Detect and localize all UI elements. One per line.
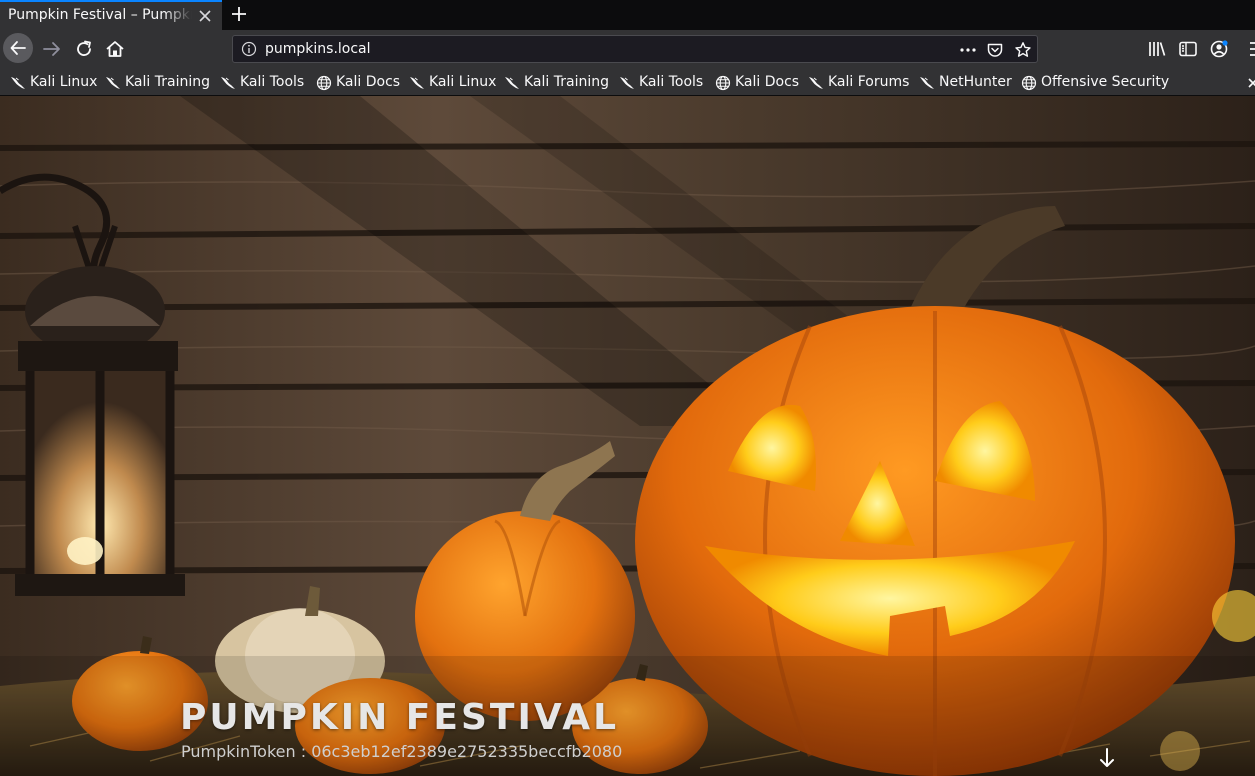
navigation-toolbar: pumpkins.local (0, 30, 1255, 70)
kali-dragon-icon (105, 76, 121, 90)
forward-button[interactable] (41, 38, 63, 60)
kali-dragon-icon (504, 76, 520, 90)
hero-title: PUMPKIN FESTIVAL (180, 697, 620, 738)
bookmark-label: Kali Linux (429, 74, 497, 90)
globe-icon (316, 75, 332, 91)
hamburger-icon[interactable] (1243, 38, 1255, 60)
hero-background-image (0, 96, 1255, 776)
close-icon[interactable] (198, 9, 212, 23)
tab-title: Pumpkin Festival – Pumpkin Festival (8, 7, 192, 23)
back-button[interactable] (3, 33, 33, 63)
bookmarks-toolbar: Kali Linux Kali Training Kali Tools Kali… (0, 70, 1255, 96)
bookmark-label: Kali Training (125, 74, 210, 90)
kali-dragon-icon (808, 76, 824, 90)
tab-active[interactable]: Pumpkin Festival – Pumpkin Festival (0, 0, 222, 30)
arrow-down-icon[interactable] (1098, 747, 1116, 769)
bookmark-label: Kali Docs (336, 74, 401, 90)
kali-dragon-icon (409, 76, 425, 90)
sidebar-icon[interactable] (1177, 38, 1199, 60)
home-button[interactable] (104, 38, 126, 60)
star-icon[interactable] (1014, 41, 1032, 59)
kali-dragon-icon (919, 76, 935, 90)
kali-dragon-icon (619, 76, 635, 90)
bookmark-label: Kali Docs (735, 74, 800, 90)
globe-icon (715, 75, 731, 91)
reload-button[interactable] (73, 38, 95, 60)
kali-dragon-icon (220, 76, 236, 90)
bookmark-label: Kali Tools (240, 74, 305, 90)
globe-icon (1021, 75, 1037, 91)
bookmark-label: Kali Linux (30, 74, 98, 90)
url-bar[interactable]: pumpkins.local (232, 35, 1038, 63)
ellipsis-icon[interactable] (959, 41, 977, 59)
pumpkin-token-text: PumpkinToken : 06c3eb12ef2389e2752335bec… (181, 742, 623, 761)
url-text[interactable]: pumpkins.local (265, 41, 371, 57)
bookmark-label: Kali Tools (639, 74, 704, 90)
bookmark-label: Offensive Security (1041, 74, 1170, 90)
bookmark-label: NetHunter (939, 74, 1012, 90)
back-arrow-icon (10, 41, 26, 55)
new-tab-button[interactable] (229, 4, 249, 24)
library-icon[interactable] (1146, 38, 1168, 60)
kali-dragon-icon (10, 76, 26, 90)
pocket-icon[interactable] (986, 41, 1004, 59)
tab-strip: Pumpkin Festival – Pumpkin Festival (0, 0, 1255, 30)
overflow-chevron-icon[interactable] (1246, 76, 1255, 90)
bookmark-label: Kali Training (524, 74, 609, 90)
info-icon[interactable] (241, 41, 257, 57)
page-content: PUMPKIN FESTIVAL PumpkinToken : 06c3eb12… (0, 96, 1255, 776)
account-icon[interactable] (1208, 38, 1230, 60)
bookmark-label: Kali Forums (828, 74, 910, 90)
